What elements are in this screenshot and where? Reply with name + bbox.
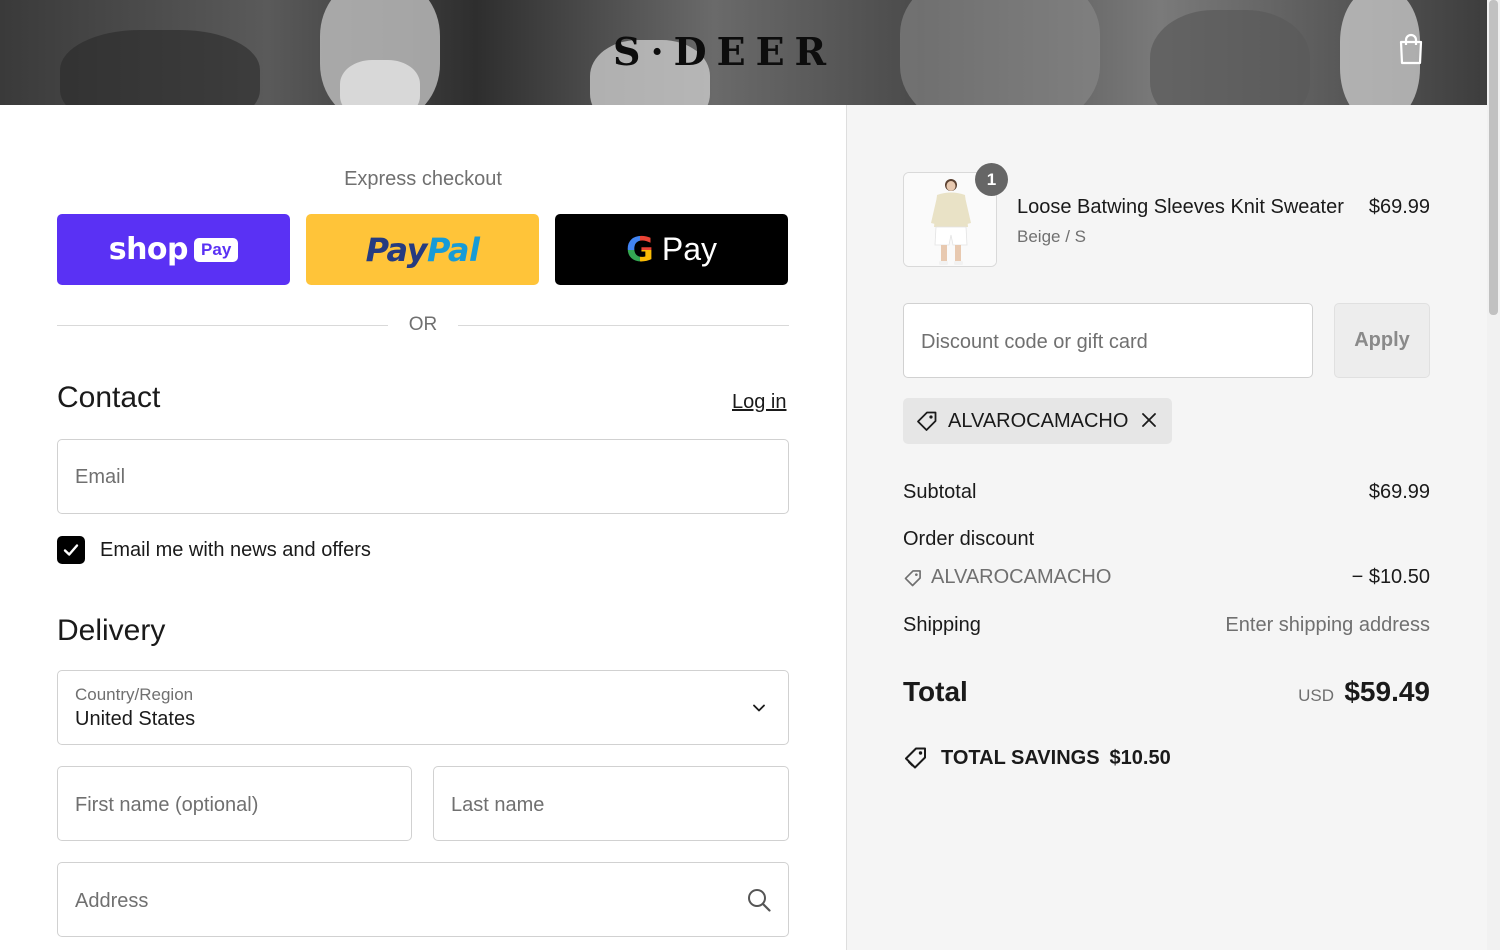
express-checkout-label: Express checkout: [344, 168, 502, 190]
total-currency: USD: [1298, 686, 1334, 705]
subtotal-label: Subtotal: [903, 481, 977, 503]
last-name-field[interactable]: Last name: [433, 766, 789, 841]
or-label: OR: [408, 314, 438, 335]
discount-code-placeholder: Discount code or gift card: [921, 331, 1148, 353]
newsletter-checkbox[interactable]: [57, 536, 85, 564]
or-divider: OR: [57, 314, 789, 338]
total-savings: TOTAL SAVINGS $10.50: [903, 745, 1171, 771]
quantity-badge: 1: [975, 163, 1008, 196]
header-banner: S·DEER: [0, 0, 1487, 105]
address-placeholder: Address: [75, 890, 149, 912]
paypal-logo: PayPal: [365, 230, 480, 269]
newsletter-label[interactable]: Email me with news and offers: [100, 539, 371, 562]
apply-button[interactable]: Apply: [1334, 303, 1430, 378]
google-pay-label: Pay: [661, 231, 718, 267]
contact-heading: Contact: [57, 381, 161, 414]
shipping-value: Enter shipping address: [1225, 614, 1430, 636]
order-discount-value: − $10.50: [1351, 566, 1430, 588]
product-variant: Beige / S: [1017, 227, 1086, 246]
chevron-down-icon: [753, 704, 765, 712]
applied-discount-code: ALVAROCAMACHO: [948, 409, 1129, 432]
applied-discount-chip: ALVAROCAMACHO: [903, 398, 1172, 444]
tag-icon: [917, 411, 937, 431]
email-placeholder: Email: [75, 466, 126, 488]
delivery-heading: Delivery: [57, 614, 166, 647]
country-region-label: Country/Region: [75, 685, 194, 704]
product-name: Loose Batwing Sleeves Knit Sweater: [1017, 196, 1344, 218]
page-scrollbar[interactable]: [1487, 0, 1500, 950]
shop-pay-wordmark: shop: [108, 232, 189, 267]
savings-label: TOTAL SAVINGS: [941, 746, 1100, 769]
first-name-field[interactable]: First name (optional): [57, 766, 412, 841]
order-discount-code: ALVAROCAMACHO: [931, 566, 1112, 588]
last-name-placeholder: Last name: [451, 794, 545, 816]
shopping-bag-icon[interactable]: [1396, 32, 1426, 66]
product-price: $69.99: [1368, 196, 1430, 218]
country-region-select[interactable]: Country/Region United States: [57, 670, 789, 745]
address-field[interactable]: Address: [57, 862, 789, 937]
brand-logo[interactable]: S·DEER: [613, 30, 875, 74]
scrollbar-thumb[interactable]: [1489, 0, 1498, 315]
remove-discount-icon[interactable]: [1139, 410, 1159, 430]
google-pay-button[interactable]: G Pay: [555, 214, 788, 285]
discount-code-field[interactable]: Discount code or gift card: [903, 303, 1313, 378]
savings-tag-icon: [905, 747, 926, 769]
shipping-label: Shipping: [903, 614, 981, 636]
email-field[interactable]: Email: [57, 439, 789, 514]
first-name-placeholder: First name (optional): [75, 794, 259, 816]
paypal-button[interactable]: PayPal: [306, 214, 539, 285]
order-discount-code-row: ALVAROCAMACHO: [903, 566, 1111, 589]
google-g-icon: G: [625, 229, 654, 270]
total-value: $59.49: [1344, 676, 1430, 707]
savings-value: $10.50: [1109, 746, 1171, 769]
checkmark-icon: [63, 544, 79, 556]
shop-pay-button[interactable]: shop Pay: [57, 214, 290, 285]
search-icon[interactable]: [746, 887, 772, 913]
subtotal-value: $69.99: [1368, 481, 1430, 503]
tag-icon: [904, 569, 921, 586]
country-region-value: United States: [75, 708, 196, 730]
log-in-link[interactable]: Log in: [732, 391, 787, 414]
order-discount-label: Order discount: [903, 528, 1035, 550]
shop-pay-pill: Pay: [194, 237, 239, 262]
total-label: Total: [903, 676, 968, 707]
